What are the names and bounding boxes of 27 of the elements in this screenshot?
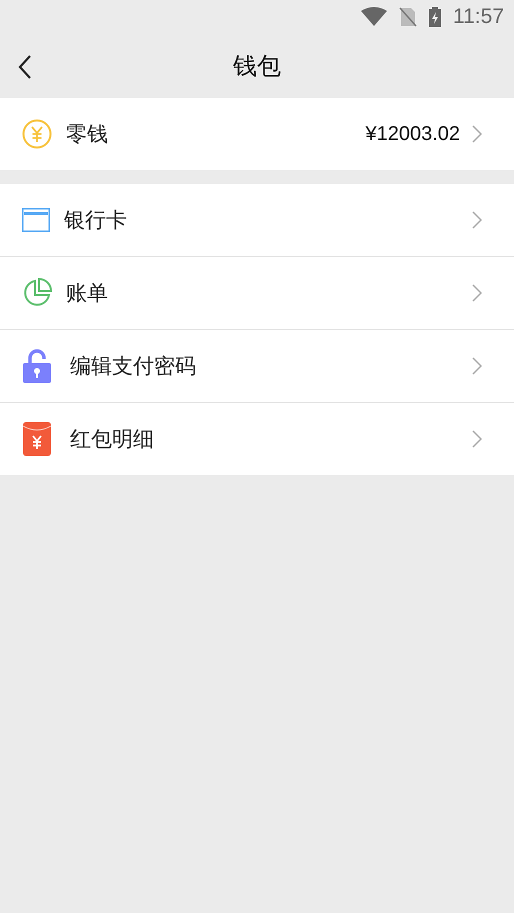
chevron-icon xyxy=(472,211,482,229)
card-icon xyxy=(22,208,50,232)
chevron-icon xyxy=(472,284,482,302)
yuan-coin-icon xyxy=(22,119,52,149)
page-title: 钱包 xyxy=(233,51,281,82)
wifi-icon xyxy=(361,7,387,27)
menu-label: 银行卡 xyxy=(64,207,128,234)
balance-amount: ¥12003.02 xyxy=(365,122,460,146)
back-icon xyxy=(18,54,32,80)
envelope-icon xyxy=(22,422,52,456)
menu-item[interactable]: 账单 xyxy=(0,257,514,329)
menu-label: 编辑支付密码 xyxy=(70,353,197,380)
menu-item[interactable]: 红包明细 xyxy=(0,403,514,475)
unlocked-padlock-icon xyxy=(22,349,52,383)
menu-item[interactable]: 银行卡 xyxy=(0,184,514,256)
menu-label: 零钱 xyxy=(66,121,109,148)
menu-label: 红包明细 xyxy=(70,426,155,453)
menu-item[interactable]: 编辑支付密码 xyxy=(0,330,514,402)
menu-item[interactable]: 零钱 ¥12003.02 xyxy=(0,98,514,170)
chevron-icon xyxy=(472,125,482,143)
menu-label: 账单 xyxy=(66,280,109,307)
no-sim-icon xyxy=(399,7,417,27)
pie-chart-icon xyxy=(22,278,52,308)
battery-charging-icon xyxy=(429,7,441,27)
chevron-icon xyxy=(472,430,482,448)
chevron-icon xyxy=(472,357,482,375)
status-time: 11:57 xyxy=(453,5,504,29)
